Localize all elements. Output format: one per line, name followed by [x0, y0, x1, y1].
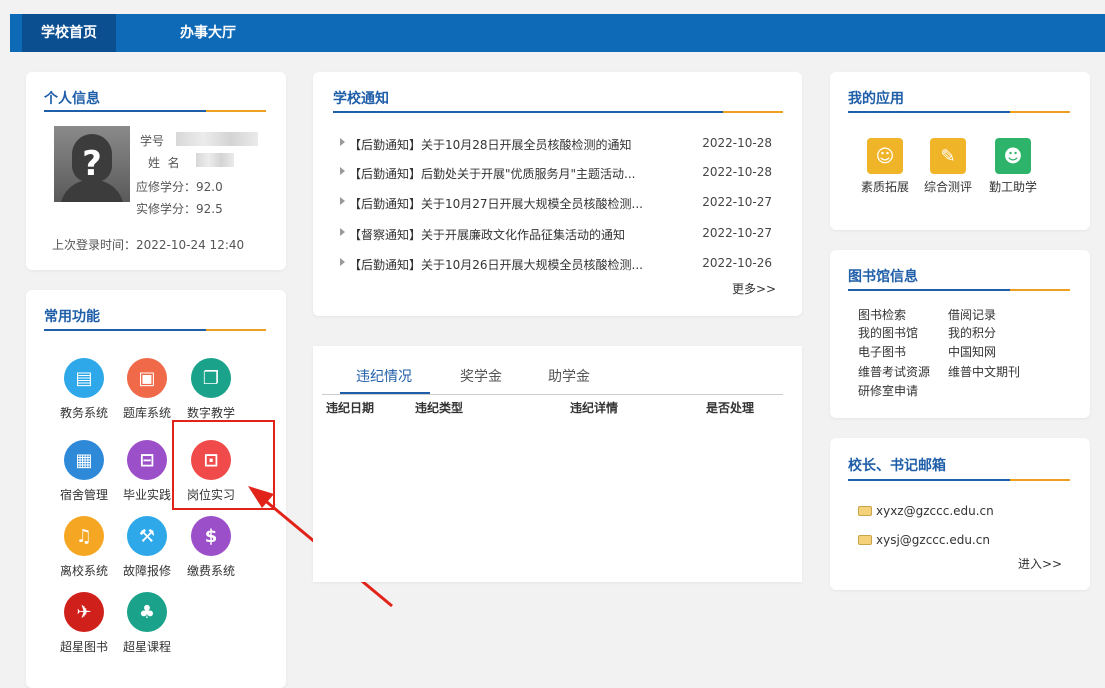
secretary-email-link[interactable]: xysj@gzccc.edu.cn	[858, 533, 990, 547]
payment-icon: $	[191, 516, 231, 556]
building-icon: ▦	[64, 440, 104, 480]
principal-email-link[interactable]: xyxz@gzccc.edu.cn	[858, 504, 994, 518]
triangle-right-icon	[340, 258, 345, 266]
personal-info-title: 个人信息	[44, 91, 100, 107]
avatar: ?	[54, 126, 130, 202]
library-link[interactable]: 我的图书馆	[858, 324, 918, 341]
column-header-type: 违纪类型	[415, 401, 464, 415]
func-repair[interactable]: ⚒ 故障报修	[116, 516, 178, 579]
envelope-icon	[858, 506, 872, 516]
triangle-right-icon	[340, 138, 345, 146]
library-link[interactable]: 中国知网	[948, 343, 996, 360]
app-quality-expansion[interactable]: ☺ 素质拓展	[855, 138, 915, 195]
notice-item[interactable]: 【后勤通知】关于10月26日开展大规模全员核酸检测... 2022-10-26	[340, 256, 780, 272]
student-id-value-blurred	[176, 132, 258, 146]
book-icon: ▤	[64, 358, 104, 398]
tab-school-home[interactable]: 学校首页	[22, 14, 116, 52]
bell-icon: ♫	[64, 516, 104, 556]
func-graduation-practice[interactable]: ⊟ 毕业实践	[116, 440, 178, 503]
func-payment[interactable]: $ 缴费系统	[180, 516, 242, 579]
triangle-right-icon	[340, 167, 345, 175]
column-header-details: 违纪详情	[570, 401, 619, 415]
func-question-bank[interactable]: ▣ 题库系统	[116, 358, 178, 421]
documents-icon: ❐	[191, 358, 231, 398]
highlight-box	[172, 420, 275, 510]
school-notices-card	[313, 72, 802, 316]
search-person-icon: ☻	[995, 138, 1031, 174]
common-functions-title: 常用功能	[44, 309, 100, 325]
tabs-divider	[322, 394, 783, 395]
my-apps-underline	[848, 111, 1070, 113]
school-notices-title: 学校通知	[333, 91, 389, 107]
library-link[interactable]: 借阅记录	[948, 306, 996, 323]
envelope-icon	[858, 535, 872, 545]
tools-icon: ⚒	[127, 516, 167, 556]
my-apps-title: 我的应用	[848, 91, 904, 107]
library-link[interactable]: 维普中文期刊	[948, 363, 1020, 380]
tab-discipline[interactable]: 违纪情况	[356, 366, 412, 386]
student-id-label: 学号	[140, 134, 165, 148]
common-functions-underline	[44, 329, 266, 331]
earned-credits: 实修学分：92.5	[136, 202, 223, 216]
name-value-blurred	[196, 153, 234, 167]
mailbox-title: 校长、书记邮箱	[848, 458, 946, 474]
notice-item[interactable]: 【后勤通知】后勤处关于开展"优质服务月"主题活动... 2022-10-28	[340, 165, 780, 181]
func-leave-school[interactable]: ♫ 离校系统	[53, 516, 115, 579]
library-title: 图书馆信息	[848, 269, 918, 285]
notice-item[interactable]: 【后勤通知】关于10月28日开展全员核酸检测的通知 2022-10-28	[340, 136, 780, 152]
app-comprehensive-evaluation[interactable]: ✎ 综合测评	[918, 138, 978, 195]
func-dormitory[interactable]: ▦ 宿舍管理	[53, 440, 115, 503]
library-underline	[848, 289, 1070, 291]
name-label: 姓 名	[148, 156, 180, 170]
tab-scholarship[interactable]: 奖学金	[460, 366, 502, 386]
app-work-study[interactable]: ☻ 勤工助学	[983, 138, 1043, 195]
library-link[interactable]: 电子图书	[858, 343, 906, 360]
library-link[interactable]: 维普考试资源	[858, 363, 930, 380]
question-mark-icon: ?	[82, 144, 102, 184]
document-edit-icon: ✎	[930, 138, 966, 174]
car-icon: ⊟	[127, 440, 167, 480]
tab-grant[interactable]: 助学金	[548, 366, 590, 386]
people-icon: ♣	[127, 592, 167, 632]
tab-service-hall[interactable]: 办事大厅	[166, 14, 250, 52]
required-credits: 应修学分：92.0	[136, 180, 223, 194]
last-login-time: 上次登录时间：2022-10-24 12:40	[52, 238, 245, 252]
library-link[interactable]: 我的积分	[948, 324, 996, 341]
mailbox-underline	[848, 479, 1070, 481]
mailbox-enter-link[interactable]: 进入>>	[1018, 555, 1062, 572]
notice-item[interactable]: 【督察通知】关于开展廉政文化作品征集活动的通知 2022-10-27	[340, 226, 780, 242]
database-icon: ▣	[127, 358, 167, 398]
column-header-handled: 是否处理	[706, 401, 755, 415]
notices-more-link[interactable]: 更多>>	[732, 280, 776, 297]
notice-item[interactable]: 【后勤通知】关于10月27日开展大规模全员核酸检测... 2022-10-27	[340, 195, 780, 211]
top-nav-bar: 学校首页 办事大厅	[10, 14, 1105, 52]
func-chaoxing-books[interactable]: ✈ 超星图书	[53, 592, 115, 655]
quality-icon: ☺	[867, 138, 903, 174]
func-academic-system[interactable]: ▤ 教务系统	[53, 358, 115, 421]
school-notices-underline	[333, 111, 783, 113]
triangle-right-icon	[340, 228, 345, 236]
personal-info-underline	[44, 110, 266, 112]
func-chaoxing-courses[interactable]: ♣ 超星课程	[116, 592, 178, 655]
triangle-right-icon	[340, 197, 345, 205]
library-link[interactable]: 图书检索	[858, 306, 906, 323]
chaoxing-logo-icon: ✈	[64, 592, 104, 632]
column-header-date: 违纪日期	[326, 401, 375, 415]
library-link[interactable]: 研修室申请	[858, 382, 918, 399]
func-digital-teaching[interactable]: ❐ 数字教学	[180, 358, 242, 421]
